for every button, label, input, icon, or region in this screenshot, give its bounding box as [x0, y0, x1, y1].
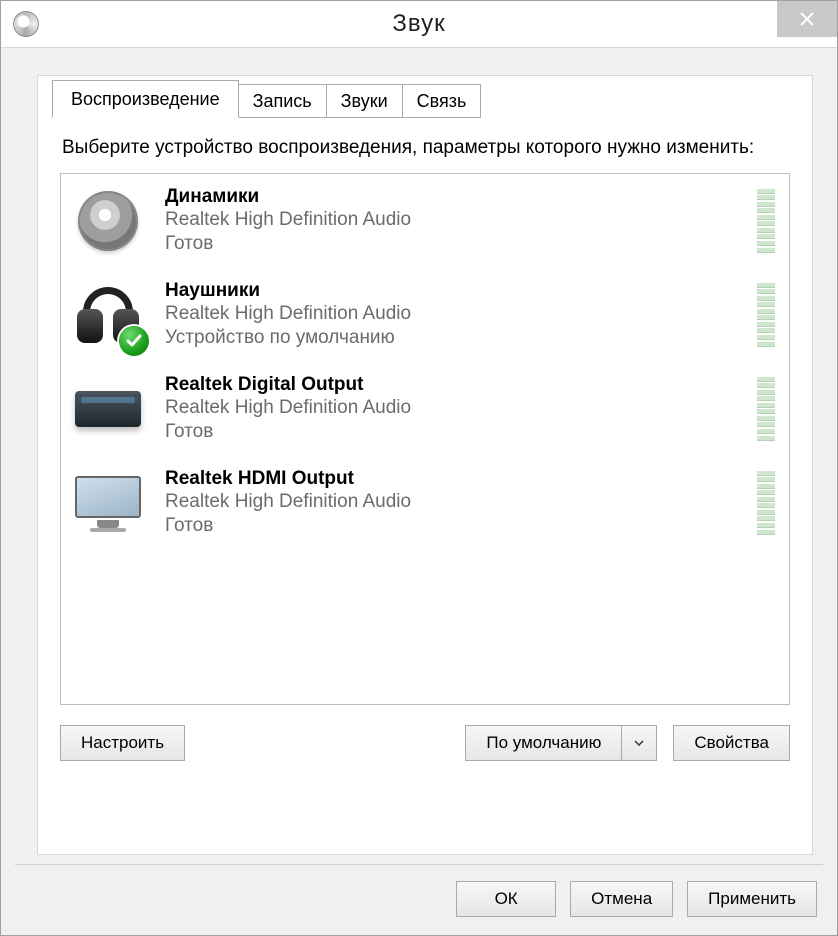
digital-out-icon	[71, 372, 145, 446]
set-default-dropdown[interactable]	[621, 725, 657, 761]
tab-label: Звуки	[341, 91, 388, 111]
configure-button[interactable]: Настроить	[60, 725, 185, 761]
button-label: Настроить	[81, 733, 164, 752]
button-label: По умолчанию	[486, 733, 601, 752]
device-status: Готов	[165, 514, 747, 538]
device-status: Готов	[165, 232, 747, 256]
device-item-hdmi[interactable]: Realtek HDMI Output Realtek High Definit…	[61, 456, 789, 550]
device-buttons-row: Настроить По умолчанию Свойства	[38, 705, 812, 761]
apply-button[interactable]: Применить	[687, 881, 817, 917]
device-name: Динамики	[165, 186, 747, 208]
device-name: Realtek Digital Output	[165, 374, 747, 396]
speaker-icon	[71, 184, 145, 258]
set-default-button[interactable]: По умолчанию	[465, 725, 621, 761]
headphones-icon	[71, 278, 145, 352]
level-meter-icon	[757, 283, 775, 347]
level-meter-icon	[757, 377, 775, 441]
tab-comm[interactable]: Связь	[402, 84, 482, 118]
device-desc: Realtek High Definition Audio	[165, 208, 747, 232]
titlebar: Звук	[1, 1, 837, 48]
tab-label: Связь	[417, 91, 467, 111]
tab-recording[interactable]: Запись	[238, 84, 327, 118]
dialog-buttons: ОК Отмена Применить	[456, 881, 817, 917]
button-label: ОК	[495, 889, 518, 908]
tab-sounds[interactable]: Звуки	[326, 84, 403, 118]
set-default-split-button[interactable]: По умолчанию	[465, 725, 657, 761]
chevron-down-icon	[633, 737, 645, 749]
close-icon	[800, 12, 814, 26]
window-title: Звук	[1, 10, 837, 38]
device-item-speakers[interactable]: Динамики Realtek High Definition Audio Г…	[61, 174, 789, 268]
device-desc: Realtek High Definition Audio	[165, 396, 747, 420]
device-name: Наушники	[165, 280, 747, 302]
sound-dialog: Звук Воспроизведение Запись Звуки Связь …	[0, 0, 838, 936]
device-item-headphones[interactable]: Наушники Realtek High Definition Audio У…	[61, 268, 789, 362]
device-desc: Realtek High Definition Audio	[165, 302, 747, 326]
tab-label: Воспроизведение	[71, 89, 220, 109]
device-list[interactable]: Динамики Realtek High Definition Audio Г…	[60, 173, 790, 705]
device-text: Realtek HDMI Output Realtek High Definit…	[165, 468, 747, 538]
instruction-text: Выберите устройство воспроизведения, пар…	[38, 117, 812, 173]
hdmi-monitor-icon	[71, 466, 145, 540]
cancel-button[interactable]: Отмена	[570, 881, 673, 917]
device-status: Устройство по умолчанию	[165, 326, 747, 350]
properties-button[interactable]: Свойства	[673, 725, 790, 761]
device-desc: Realtek High Definition Audio	[165, 490, 747, 514]
default-check-icon	[119, 326, 149, 356]
tab-playback[interactable]: Воспроизведение	[52, 80, 239, 118]
level-meter-icon	[757, 189, 775, 253]
sound-cpl-icon	[13, 11, 39, 37]
tab-panel: Воспроизведение Запись Звуки Связь Выбер…	[37, 75, 813, 855]
tabstrip: Воспроизведение Запись Звуки Связь	[38, 75, 812, 117]
device-status: Готов	[165, 420, 747, 444]
close-button[interactable]	[777, 1, 837, 37]
device-text: Наушники Realtek High Definition Audio У…	[165, 280, 747, 350]
ok-button[interactable]: ОК	[456, 881, 556, 917]
button-label: Отмена	[591, 889, 652, 908]
device-text: Динамики Realtek High Definition Audio Г…	[165, 186, 747, 256]
device-item-digital[interactable]: Realtek Digital Output Realtek High Defi…	[61, 362, 789, 456]
button-label: Свойства	[694, 733, 769, 752]
button-label: Применить	[708, 889, 796, 908]
level-meter-icon	[757, 471, 775, 535]
device-name: Realtek HDMI Output	[165, 468, 747, 490]
device-text: Realtek Digital Output Realtek High Defi…	[165, 374, 747, 444]
tab-label: Запись	[253, 91, 312, 111]
divider	[15, 864, 823, 865]
